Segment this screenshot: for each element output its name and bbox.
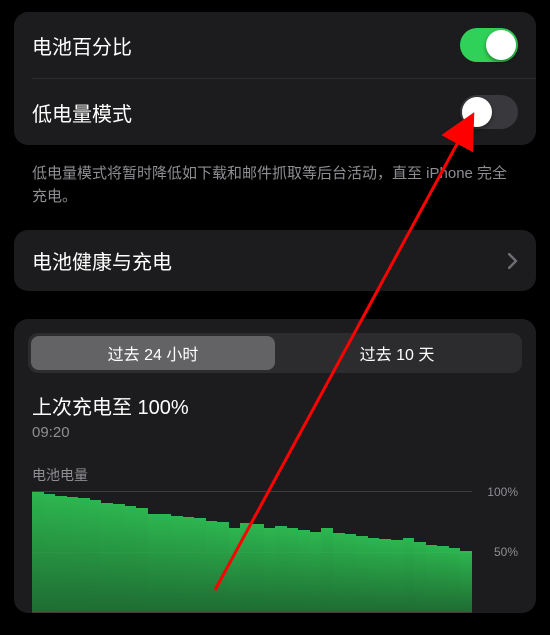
chart-bar [426, 545, 438, 612]
chart-bar [264, 528, 276, 612]
chart-bar [90, 500, 102, 612]
chart-bar [368, 538, 380, 612]
chart-bar [333, 533, 345, 612]
low-power-mode-toggle[interactable] [460, 95, 518, 129]
ylabel-100: 100% [478, 485, 518, 499]
time-range-segmented[interactable]: 过去 24 小时 过去 10 天 [28, 333, 522, 373]
last-charge-title: 上次充电至 100% [32, 391, 518, 420]
spacer [14, 301, 536, 319]
chart-bar [159, 514, 171, 612]
low-power-mode-label: 低电量模式 [32, 98, 460, 127]
chart-bar [125, 506, 137, 612]
battery-percentage-toggle[interactable] [460, 28, 518, 62]
toggle-group: 电池百分比 低电量模式 [14, 12, 536, 145]
low-power-footnote: 低电量模式将暂时降低如下载和邮件抓取等后台活动，直至 iPhone 完全充电。 [14, 155, 536, 230]
chart-bar [437, 546, 449, 612]
chart-bar [194, 518, 206, 612]
chart-bar [148, 514, 160, 612]
battery-level-chart [32, 491, 472, 613]
chart-label: 电池电量 [32, 465, 518, 485]
chart-bar [171, 516, 183, 612]
chart-bar [113, 504, 125, 612]
toggle-knob [486, 30, 516, 60]
chart-bar [101, 503, 113, 612]
chart-bar [32, 492, 44, 612]
chart-bar [403, 538, 415, 612]
chart-bar [217, 522, 229, 612]
chart-bar [449, 548, 461, 612]
chart-bar [345, 534, 357, 612]
chevron-right-icon [508, 253, 518, 269]
chart-bar [356, 536, 368, 612]
chart-bar [391, 540, 403, 612]
chart-bar [229, 528, 241, 612]
chart-bars [32, 492, 472, 612]
last-charge-time: 09:20 [32, 424, 518, 441]
chart-wrap: 100% 50% 0% [32, 491, 518, 613]
chart-bar [310, 532, 322, 612]
chart-bar [240, 523, 252, 612]
battery-settings-screen: 电池百分比 低电量模式 低电量模式将暂时降低如下载和邮件抓取等后台活动，直至 i… [0, 0, 550, 613]
segment-last-24h[interactable]: 过去 24 小时 [31, 336, 275, 370]
last-charge-info: 上次充电至 100% 09:20 [28, 373, 522, 447]
chart-bar [206, 521, 218, 612]
chart-bar [67, 497, 79, 612]
chart-bar [460, 551, 472, 612]
ylabel-50: 50% [478, 545, 518, 559]
chart-bar [379, 539, 391, 612]
health-group: 电池健康与充电 [14, 230, 536, 291]
chart-bar [287, 528, 299, 612]
chart-y-axis: 100% 50% 0% [472, 491, 518, 613]
toggle-knob [462, 97, 492, 127]
chart-bar [275, 526, 287, 612]
chart-bar [44, 494, 56, 612]
battery-level-chart-section: 电池电量 100% 50% 0% [28, 447, 522, 613]
chart-bar [55, 496, 67, 612]
chart-bar [321, 528, 333, 612]
battery-percentage-row: 电池百分比 [14, 12, 536, 78]
low-power-mode-row: 低电量模式 [14, 79, 536, 145]
chart-bar [78, 498, 90, 612]
chart-bar [183, 517, 195, 612]
battery-percentage-label: 电池百分比 [32, 31, 460, 60]
chart-bar [414, 542, 426, 612]
chart-bar [252, 524, 264, 612]
segment-last-10d[interactable]: 过去 10 天 [275, 336, 519, 370]
battery-health-label: 电池健康与充电 [32, 246, 508, 275]
chart-bar [298, 530, 310, 612]
battery-health-row[interactable]: 电池健康与充电 [14, 230, 536, 291]
usage-card: 过去 24 小时 过去 10 天 上次充电至 100% 09:20 电池电量 1… [14, 319, 536, 613]
chart-bar [136, 508, 148, 612]
